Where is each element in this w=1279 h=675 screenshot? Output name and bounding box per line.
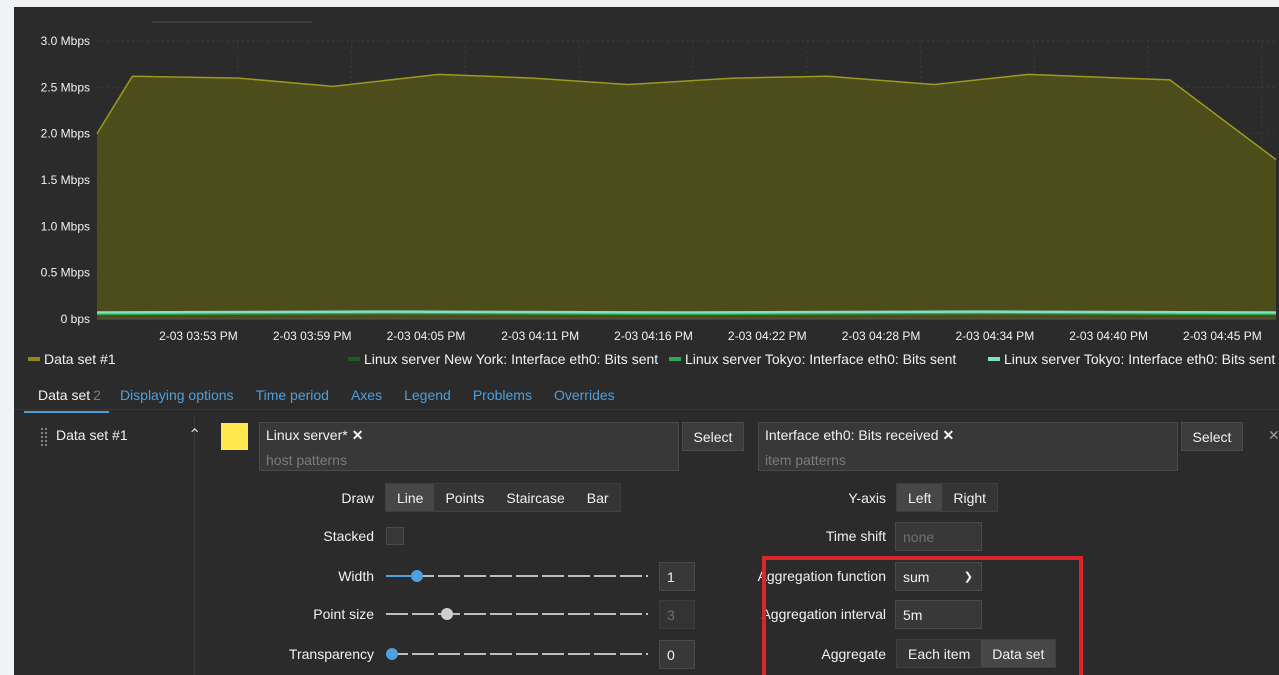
legend-label-2: Linux server Tokyo: Interface eth0: Bits… <box>685 351 957 367</box>
x-tick-label: 2-03 04:28 PM <box>842 329 921 343</box>
legend-label-1: Linux server New York: Interface eth0: B… <box>364 351 659 367</box>
host-select-button[interactable]: Select <box>682 422 744 451</box>
dataset-color-picker[interactable] <box>221 423 248 450</box>
point-size-value-input: 3 <box>659 600 695 629</box>
yaxis-segmented: Left Right <box>896 483 999 512</box>
yaxis-label: Y-axis <box>848 490 886 506</box>
point-size-slider[interactable] <box>386 606 648 622</box>
draw-option-bar[interactable]: Bar <box>576 484 620 511</box>
series-area-data-set-1 <box>97 74 1276 319</box>
legend-swatch-3 <box>988 357 1000 361</box>
host-chip-label: Linux server* <box>266 427 348 443</box>
transparency-slider-track <box>386 653 648 655</box>
item-placeholder: item patterns <box>765 452 846 468</box>
transparency-label: Transparency <box>288 646 374 662</box>
draw-label: Draw <box>341 490 374 506</box>
point-size-label: Point size <box>313 606 374 622</box>
x-tick-label: 2-03 04:05 PM <box>387 329 466 343</box>
y-tick-label: 0 bps <box>61 312 90 326</box>
legend-item-0: Data set #1 <box>28 351 116 367</box>
legend-item-2: Linux server Tokyo: Interface eth0: Bits… <box>669 351 956 367</box>
graph-widget-panel: 3.0 Mbps 2.5 Mbps 2.0 Mbps 1.5 Mbps 1.0 Mbps… <box>14 7 1279 675</box>
x-tick-label: 2-03 04:22 PM <box>728 329 807 343</box>
item-patterns-input[interactable]: Interface eth0: Bits received ✕ item patt… <box>758 422 1178 471</box>
legend-label-3: Linux server Tokyo: Interface eth0: Bits… <box>1004 351 1276 367</box>
dataset-column <box>14 417 195 675</box>
point-size-slider-knob[interactable] <box>441 608 453 620</box>
dataset-name: Data set #1 <box>56 427 128 443</box>
item-chip-remove-icon[interactable]: ✕ <box>943 427 955 443</box>
width-label: Width <box>338 568 374 584</box>
chevron-up-icon[interactable]: ⌃ <box>188 425 201 445</box>
host-chip: Linux server* ✕ <box>266 427 363 444</box>
draw-option-staircase[interactable]: Staircase <box>495 484 575 511</box>
y-tick-label: 1.0 Mbps <box>41 219 90 233</box>
x-tick-label: 2-03 03:53 PM <box>159 329 238 343</box>
series-line-3 <box>96 310 1277 314</box>
width-value-input[interactable]: 1 <box>659 562 695 591</box>
x-tick-label: 2-03 04:45 PM <box>1183 329 1262 343</box>
yaxis-option-left[interactable]: Left <box>897 484 943 511</box>
item-chip: Interface eth0: Bits received ✕ <box>765 427 954 444</box>
draw-option-points[interactable]: Points <box>434 484 495 511</box>
stacked-checkbox[interactable] <box>386 527 404 545</box>
width-slider[interactable] <box>386 568 648 584</box>
time-shift-input[interactable]: none <box>895 522 982 551</box>
legend-item-1: Linux server New York: Interface eth0: B… <box>348 351 658 367</box>
x-tick-label: 2-03 04:40 PM <box>1069 329 1148 343</box>
tab-data-set-label: Data set <box>38 387 91 403</box>
host-placeholder: host patterns <box>266 452 347 468</box>
remove-dataset-icon[interactable]: ✕ <box>1268 427 1279 444</box>
y-tick-label: 2.0 Mbps <box>41 127 90 141</box>
y-tick-label: 3.0 Mbps <box>41 34 90 48</box>
item-chip-label: Interface eth0: Bits received <box>765 427 939 443</box>
x-tick-label: 2-03 04:16 PM <box>614 329 693 343</box>
draw-segmented: Line Points Staircase Bar <box>385 483 621 512</box>
legend-swatch-2 <box>669 357 681 361</box>
item-select-button[interactable]: Select <box>1181 422 1243 451</box>
transparency-slider[interactable] <box>386 646 648 662</box>
x-tick-label: 2-03 04:11 PM <box>501 329 579 343</box>
transparency-slider-knob[interactable] <box>386 648 398 660</box>
tab-data-set-count: 2 <box>93 387 101 403</box>
legend-swatch-1 <box>348 357 360 361</box>
yaxis-option-right[interactable]: Right <box>942 484 997 511</box>
drag-handle-icon[interactable] <box>40 427 48 447</box>
graph-legend: Data set #1 Linux server New York: Inter… <box>14 351 1279 369</box>
y-tick-label: 2.5 Mbps <box>41 80 90 94</box>
host-chip-remove-icon[interactable]: ✕ <box>352 427 364 443</box>
draw-option-line[interactable]: Line <box>386 484 435 511</box>
annotation-highlight-box <box>762 556 1083 675</box>
point-size-slider-track <box>386 613 648 615</box>
tabs-divider <box>14 409 1279 410</box>
x-tick-label: 2-03 03:59 PM <box>273 329 352 343</box>
legend-swatch-0 <box>28 357 40 361</box>
graph-chart: 3.0 Mbps 2.5 Mbps 2.0 Mbps 1.5 Mbps 1.0 Mbps… <box>41 34 1277 343</box>
y-tick-label: 0.5 Mbps <box>41 266 90 280</box>
width-slider-knob[interactable] <box>411 570 423 582</box>
transparency-value-input[interactable]: 0 <box>659 640 695 669</box>
legend-item-3: Linux server Tokyo: Interface eth0: Bits… <box>988 351 1275 367</box>
width-slider-track <box>386 575 648 577</box>
host-patterns-input[interactable]: Linux server* ✕ host patterns <box>259 422 679 471</box>
legend-label-0: Data set #1 <box>44 351 116 367</box>
x-tick-label: 2-03 04:34 PM <box>955 329 1034 343</box>
time-shift-label: Time shift <box>825 528 886 544</box>
y-tick-label: 1.5 Mbps <box>41 173 90 187</box>
stacked-label: Stacked <box>323 528 374 544</box>
